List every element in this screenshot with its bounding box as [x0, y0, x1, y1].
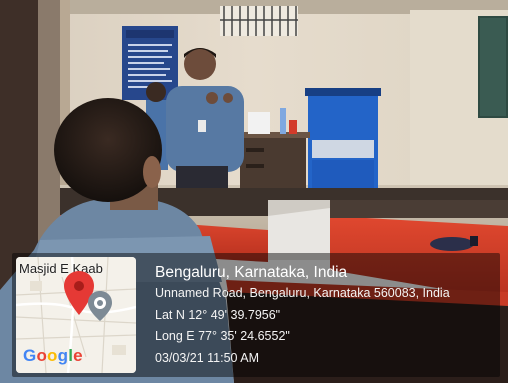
- location-address: Unnamed Road, Bengaluru, Karnataka 56008…: [155, 286, 450, 300]
- latitude-text: Lat N 12° 49' 39.7956": [155, 307, 281, 322]
- google-logo: Google: [23, 346, 83, 365]
- geotag-info: Bengaluru, Karnataka, India Unnamed Road…: [155, 263, 450, 369]
- location-city: Bengaluru, Karnataka, India: [155, 264, 348, 281]
- timestamp-text: 03/03/21 11:50 AM: [155, 350, 260, 365]
- map-thumbnail: Masjid E Kaab Google: [16, 257, 136, 373]
- place-marker-icon: [88, 291, 112, 321]
- longitude-text: Long E 77° 35' 24.6552": [155, 329, 290, 343]
